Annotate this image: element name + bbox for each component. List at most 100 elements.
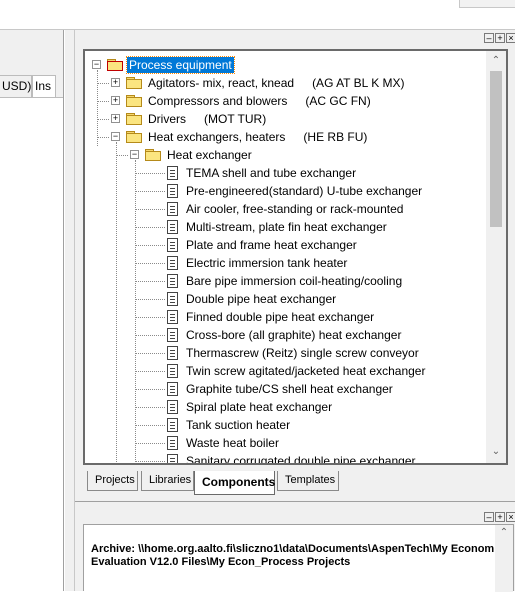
tree-guide-line [135,299,165,300]
tree-group-3-label: Drivers [148,112,186,126]
tree-item-17-label: Sanitary corrugated double pipe exchange… [186,454,416,463]
tree-item-7[interactable]: Bare pipe immersion coil-heating/cooling [184,272,404,290]
archive-close-button[interactable]: × [506,512,515,522]
tree-item-3[interactable]: Air cooler, free-standing or rack-mounte… [184,200,405,218]
tree-scrollbar[interactable]: ⌃ ⌄ [486,51,506,463]
document-icon [167,382,178,396]
tree-guide-line [135,191,165,192]
tree-group-2[interactable]: Compressors and blowers (AC GC FN) [146,92,371,110]
folder-icon [126,95,142,107]
tree-group-2-codes: (AC GC FN) [305,94,371,108]
document-icon [167,238,178,252]
minimize-button[interactable]: – [484,33,494,43]
tree-root-process-equipment[interactable]: Process equipment [126,56,235,74]
component-tree[interactable]: − Process equipment + Agitators- mix, react… [85,51,486,463]
document-icon [167,364,178,378]
plus-box-icon[interactable]: + [111,78,120,87]
archive-window-controls: – + × [484,512,515,524]
tree-item-16[interactable]: Waste heat boiler [184,434,281,452]
tree-guide-line [97,83,109,84]
document-icon [167,346,178,360]
tree-item-14-label: Spiral plate heat exchanger [186,400,333,414]
tree-item-6[interactable]: Electric immersion tank heater [184,254,349,272]
document-icon [167,256,178,270]
tree-guide-line [135,209,165,210]
palette-panel: – + × − Process equipment + Agitators- mix,… [74,30,515,592]
tree-item-8[interactable]: Double pipe heat exchanger [184,290,338,308]
plus-box-icon[interactable]: + [111,96,120,105]
tree-guide-line [116,142,117,463]
tree-item-10[interactable]: Cross-bore (all graphite) heat exchanger [184,326,403,344]
tree-group-3[interactable]: Drivers (MOT TUR) [146,110,266,128]
tree-item-13[interactable]: Graphite tube/CS shell heat exchanger [184,380,395,398]
tree-guide-line [135,407,165,408]
archive-minimize-button[interactable]: – [484,512,494,522]
tree-root-process-equipment-label: Process equipment [126,56,235,74]
chevron-down-icon[interactable]: ⌄ [486,443,506,461]
tree-subgroup-heat-exchanger[interactable]: Heat exchanger [165,146,254,164]
tree-item-5-label: Plate and frame heat exchanger [186,238,357,252]
document-icon [167,184,178,198]
chevron-up-icon[interactable]: ⌃ [486,52,506,70]
tree-guide-line [135,245,165,246]
tab-libraries[interactable]: Libraries [141,471,194,491]
archive-restore-button[interactable]: + [495,512,505,522]
tree-item-11[interactable]: Thermascrew (Reitz) single screw conveyo… [184,344,421,362]
tree-item-2[interactable]: Pre-engineered(standard) U-tube exchange… [184,182,424,200]
left-tab-strip: USD) Ins [0,75,56,97]
tree-item-17[interactable]: Sanitary corrugated double pipe exchange… [184,452,418,463]
document-icon [167,400,178,414]
tree-item-3-label: Air cooler, free-standing or rack-mounte… [186,202,404,216]
document-icon [167,418,178,432]
archive-path: Archive: \\home.org.aalto.fi\slicznо1\da… [91,543,504,568]
document-icon [167,292,178,306]
tree-group-1-label: Agitators- mix, react, knead [148,76,295,90]
folder-icon [107,59,123,71]
tree-group-3-codes: (MOT TUR) [204,112,267,126]
tree-item-1-label: TEMA shell and tube exchanger [186,166,357,180]
restore-button[interactable]: + [495,33,505,43]
minus-box-icon[interactable]: − [111,132,120,141]
tree-item-1[interactable]: TEMA shell and tube exchanger [184,164,358,182]
tree-item-12[interactable]: Twin screw agitated/jacketed heat exchan… [184,362,427,380]
tree-item-14[interactable]: Spiral plate heat exchanger [184,398,334,416]
root-collapse-icon[interactable]: − [92,60,101,69]
folder-icon [126,113,142,125]
tree-item-6-label: Electric immersion tank heater [186,256,348,270]
left-tab-usd[interactable]: USD) [0,75,32,97]
tree-item-9[interactable]: Finned double pipe heat exchanger [184,308,376,326]
tree-guide-line [97,119,109,120]
tree-group-1[interactable]: Agitators- mix, react, knead (AG AT BL K … [146,74,405,92]
component-tree-frame: − Process equipment + Agitators- mix, react… [83,49,508,465]
tree-item-16-label: Waste heat boiler [186,436,279,450]
tree-item-7-label: Bare pipe immersion coil-heating/cooling [186,274,403,288]
tab-components[interactable]: Components [194,471,275,495]
tab-templates[interactable]: Templates [277,471,339,491]
archive-scrollbar[interactable]: ⌃ [495,525,513,592]
close-button[interactable]: × [506,33,515,43]
panel-splitter[interactable] [75,501,515,504]
folder-icon [126,77,142,89]
tree-guide-line [135,173,165,174]
tree-item-10-label: Cross-bore (all graphite) heat exchanger [186,328,402,342]
tree-item-15[interactable]: Tank suction heater [184,416,292,434]
plus-box-icon[interactable]: + [111,114,120,123]
tree-guide-line [135,353,165,354]
pane-splitter[interactable] [65,30,74,591]
minus-box-icon[interactable]: − [130,150,139,159]
tree-guide-line [116,155,128,156]
tree-guide-line [135,443,165,444]
left-tab-ins[interactable]: Ins [32,75,56,97]
tree-item-4[interactable]: Multi-stream, plate fin heat exchanger [184,218,389,236]
tree-item-5[interactable]: Plate and frame heat exchanger [184,236,359,254]
tree-guide-line [135,335,165,336]
chevron-up-icon[interactable]: ⌃ [495,527,513,538]
tab-projects[interactable]: Projects [87,471,138,491]
top-strip [0,0,515,30]
top-corner [459,0,515,8]
tree-subgroup-heat-exchanger-label: Heat exchanger [167,148,252,162]
palette-window-controls: – + × [484,33,515,45]
tree-group-4[interactable]: Heat exchangers, heaters (HE RB FU) [146,128,367,146]
scrollbar-thumb[interactable] [490,71,502,227]
document-icon [167,166,178,180]
